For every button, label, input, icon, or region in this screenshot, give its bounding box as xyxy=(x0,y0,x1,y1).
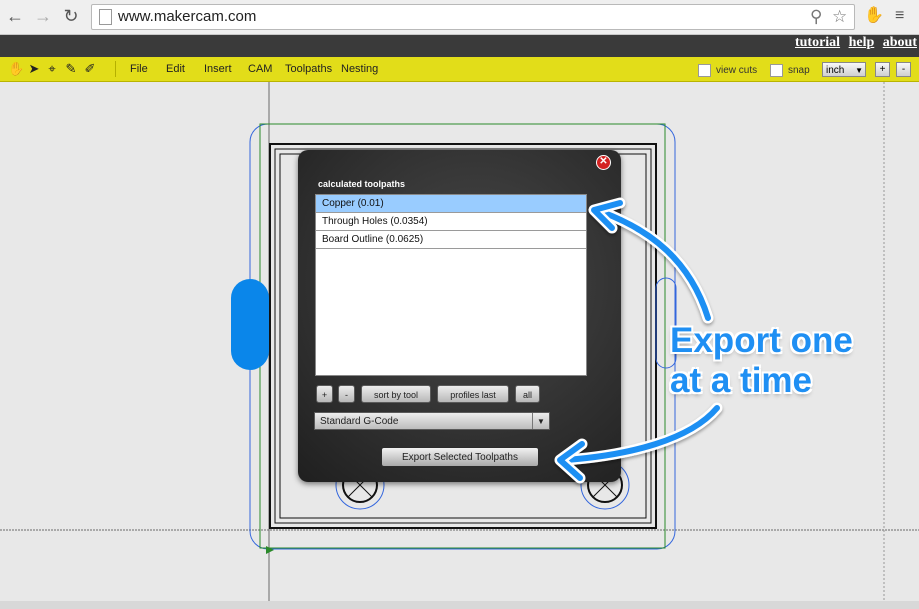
snap-label: snap xyxy=(788,65,810,76)
bookmark-star-icon[interactable]: ☆ xyxy=(832,7,847,27)
zoom-in-button[interactable]: + xyxy=(875,62,890,77)
format-value: Standard G-Code xyxy=(320,416,399,427)
remove-button[interactable]: - xyxy=(338,385,355,403)
dropdown-arrow-icon: ▼ xyxy=(532,413,549,429)
help-link[interactable]: help xyxy=(849,35,875,50)
menu-toolpaths[interactable]: Toolpaths xyxy=(285,63,332,75)
app-toolbar: ✋ ➤ ⌖ ✎ ✐ File Edit Insert CAM Toolpaths… xyxy=(0,57,919,82)
menu-nesting[interactable]: Nesting xyxy=(341,63,378,75)
view-cuts-checkbox[interactable] xyxy=(698,64,711,77)
url-text: www.makercam.com xyxy=(118,8,257,25)
about-link[interactable]: about xyxy=(883,35,917,50)
pen-icon[interactable]: ✎ xyxy=(64,61,78,77)
dropdown-arrow-icon: ▼ xyxy=(855,66,863,75)
arrow-select-icon[interactable]: ➤ xyxy=(27,61,41,77)
status-strip xyxy=(0,601,919,609)
back-arrow-icon[interactable]: ← xyxy=(5,6,25,26)
node-select-icon[interactable]: ⌖ xyxy=(45,61,59,77)
toolpath-list[interactable]: Copper (0.01) Through Holes (0.0354) Boa… xyxy=(315,194,587,376)
format-select[interactable]: Standard G-Code ▼ xyxy=(314,412,550,430)
zoom-out-button[interactable]: - xyxy=(896,62,911,77)
list-item[interactable]: Board Outline (0.0625) xyxy=(316,231,586,249)
annotation-text: Export one at a time xyxy=(670,321,853,401)
close-icon[interactable]: ✕ xyxy=(596,155,611,170)
address-bar[interactable]: www.makercam.com ⚲ ☆ xyxy=(91,4,855,30)
list-item[interactable]: Through Holes (0.0354) xyxy=(316,213,586,231)
annotation-line-1: Export one xyxy=(670,321,853,360)
reload-icon[interactable]: ↻ xyxy=(61,6,81,26)
site-header: tutorial help about xyxy=(0,35,919,57)
export-selected-toolpaths-button[interactable]: Export Selected Toolpaths xyxy=(381,447,539,467)
tutorial-link[interactable]: tutorial xyxy=(795,35,840,50)
site-links: tutorial help about xyxy=(790,35,917,51)
profiles-last-button[interactable]: profiles last xyxy=(437,385,509,403)
unit-value: inch xyxy=(826,65,845,76)
unit-select[interactable]: inch ▼ xyxy=(822,62,866,77)
forward-arrow-icon[interactable]: → xyxy=(33,6,53,26)
dialog-title: calculated toolpaths xyxy=(318,179,406,189)
list-item[interactable]: Copper (0.01) xyxy=(316,195,586,213)
toolbar-separator xyxy=(115,61,116,77)
snap-checkbox[interactable] xyxy=(770,64,783,77)
select-all-button[interactable]: all xyxy=(515,385,540,403)
sort-by-tool-button[interactable]: sort by tool xyxy=(361,385,431,403)
origin-marker xyxy=(266,546,274,554)
node-edit-icon[interactable]: ✐ xyxy=(83,61,97,77)
menu-insert[interactable]: Insert xyxy=(204,63,232,75)
add-button[interactable]: + xyxy=(316,385,333,403)
browser-toolbar: ← → ↻ www.makercam.com ⚲ ☆ ✋ ≡ xyxy=(0,0,919,35)
hand-icon[interactable]: ✋ xyxy=(8,61,24,77)
side-tab-shape xyxy=(231,279,269,370)
menu-cam[interactable]: CAM xyxy=(248,63,272,75)
page-icon xyxy=(99,9,112,25)
calculated-toolpaths-dialog: ✕ calculated toolpaths Copper (0.01) Thr… xyxy=(298,150,621,482)
annotation-line-2: at a time xyxy=(670,361,812,400)
menu-icon[interactable]: ≡ xyxy=(895,6,904,26)
menu-file[interactable]: File xyxy=(130,63,148,75)
view-cuts-label: view cuts xyxy=(716,65,758,76)
zoom-icon[interactable]: ⚲ xyxy=(810,7,822,27)
extension-icon[interactable]: ✋ xyxy=(864,6,884,26)
menu-edit[interactable]: Edit xyxy=(166,63,185,75)
